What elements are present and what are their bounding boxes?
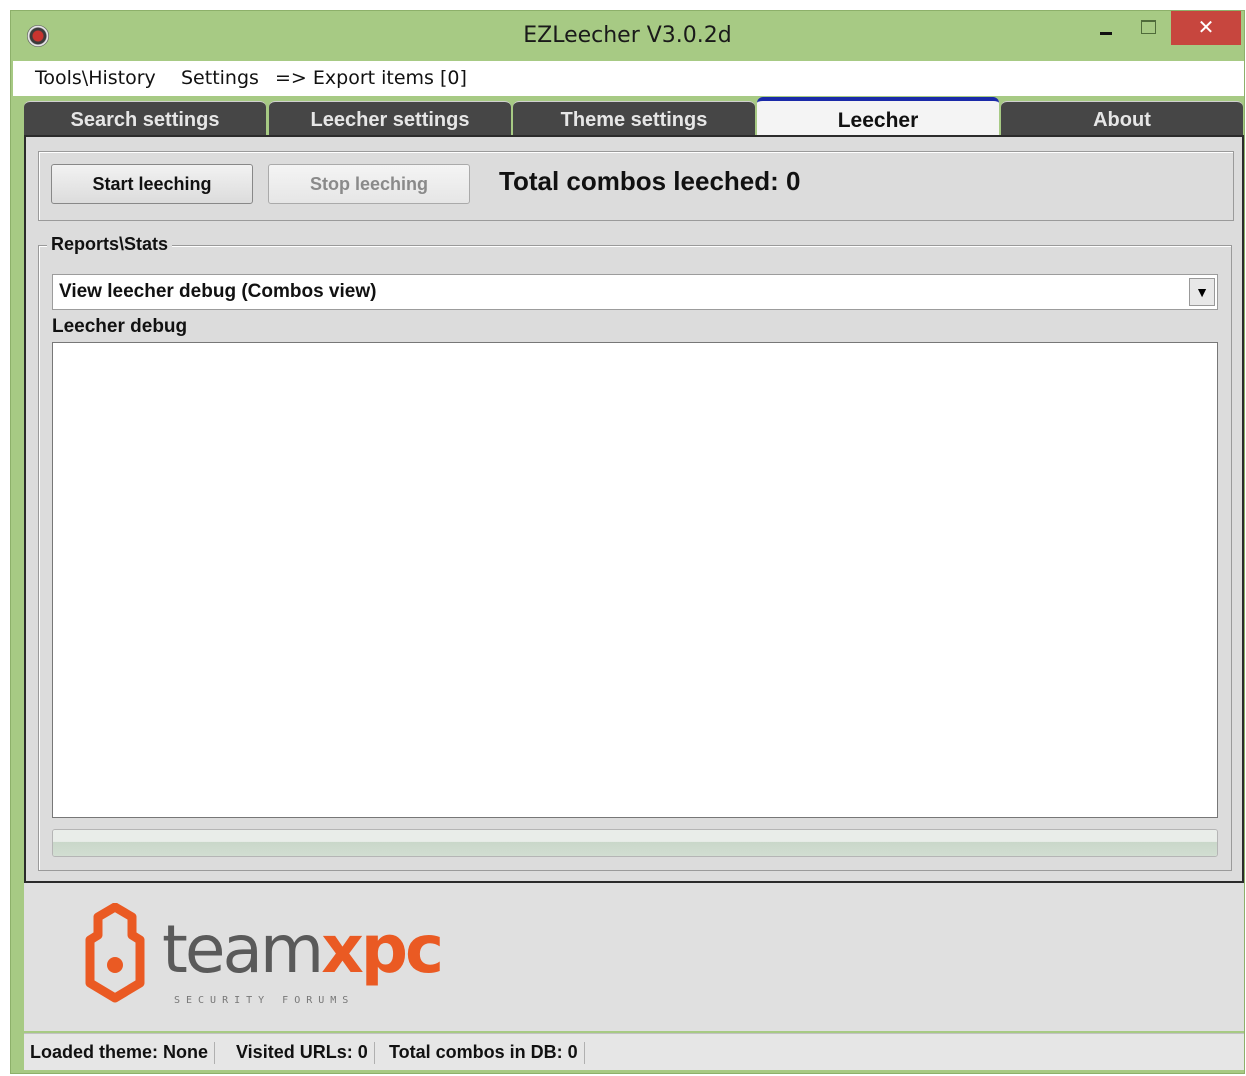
menu-settings[interactable]: Settings <box>181 67 259 89</box>
leech-progress-bar <box>52 829 1218 857</box>
reports-stats-label: Reports\Stats <box>47 234 173 255</box>
menu-bar: Tools\History Settings => Export items [… <box>13 61 1244 96</box>
tab-leecher[interactable]: Leecher <box>757 97 999 137</box>
view-mode-select[interactable]: View leecher debug (Combos view) ▼ <box>52 274 1218 310</box>
stop-leeching-button[interactable]: Stop leeching <box>268 164 470 204</box>
leecher-debug-label: Leecher debug <box>52 316 188 337</box>
dropdown-arrow-icon[interactable]: ▼ <box>1189 278 1215 306</box>
leecher-control-panel: Start leeching Stop leeching Total combo… <box>38 151 1234 221</box>
tab-search-settings[interactable]: Search settings <box>24 101 266 136</box>
tab-theme-settings[interactable]: Theme settings <box>513 101 755 136</box>
close-button[interactable]: ✕ <box>1171 11 1241 45</box>
tab-about[interactable]: About <box>1001 101 1243 136</box>
brand-wordmark: teamxpc <box>162 911 444 988</box>
brand-tagline: SECURITY FORUMS <box>174 995 355 1006</box>
reports-stats-group: Reports\Stats View leecher debug (Combos… <box>38 234 1232 871</box>
logo-area: teamxpc SECURITY FORUMS <box>24 883 1244 1031</box>
minimize-icon <box>1100 32 1112 35</box>
leecher-debug-textarea[interactable] <box>52 342 1218 818</box>
close-icon: ✕ <box>1197 15 1215 39</box>
window-title: EZLeecher V3.0.2d <box>523 23 732 48</box>
total-combos-leeched: Total combos leeched: 0 <box>499 166 801 196</box>
status-total-combos-db: Total combos in DB: 0 <box>389 1042 585 1064</box>
progress-fill <box>53 830 1217 856</box>
status-loaded-theme: Loaded theme: None <box>30 1042 216 1064</box>
title-bar[interactable]: EZLeecher V3.0.2d ✕ <box>11 11 1244 61</box>
brand-team: team <box>162 911 324 988</box>
status-visited-urls: Visited URLs: 0 <box>236 1042 375 1064</box>
app-window: EZLeecher V3.0.2d ✕ Tools\History Settin… <box>10 10 1245 1074</box>
maximize-icon <box>1141 20 1156 34</box>
leecher-tab-panel: Start leeching Stop leeching Total combo… <box>24 135 1244 883</box>
padlock-logo-icon <box>85 903 145 1003</box>
brand-xpc: xpc <box>321 911 444 988</box>
start-leeching-button[interactable]: Start leeching <box>51 164 253 204</box>
tab-leecher-settings[interactable]: Leecher settings <box>269 101 511 136</box>
view-mode-value: View leecher debug (Combos view) <box>59 281 377 302</box>
minimize-button[interactable] <box>1087 11 1127 45</box>
status-bar: Loaded theme: None Visited URLs: 0 Total… <box>24 1033 1244 1070</box>
tab-strip: Search settings Leecher settings Theme s… <box>24 97 1244 139</box>
maximize-button[interactable] <box>1131 11 1167 45</box>
menu-tools-history[interactable]: Tools\History <box>35 67 156 89</box>
menu-export-items[interactable]: => Export items [0] <box>275 67 467 89</box>
